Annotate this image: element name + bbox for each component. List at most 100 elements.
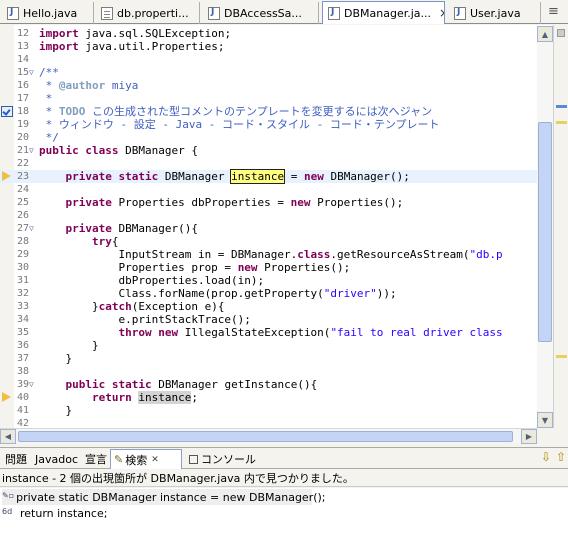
code-line[interactable]: 31 dbProperties.load(in);: [0, 274, 553, 287]
code-line[interactable]: 34 e.printStackTrace();: [0, 313, 553, 326]
overview-occurrence-marker[interactable]: [556, 121, 567, 124]
code-line[interactable]: 35 throw new IllegalStateException("fail…: [0, 326, 553, 339]
code-token: }: [39, 352, 73, 365]
code-line[interactable]: 28 try{: [0, 235, 553, 248]
next-match-icon[interactable]: ⇩: [538, 449, 554, 465]
code-token: /**: [39, 66, 59, 79]
line-number: 15: [16, 67, 29, 78]
search-result-item[interactable]: ✎▫ private static DBManager instance = ne…: [2, 489, 326, 505]
code-line[interactable]: 22: [0, 157, 553, 170]
tab-label: db.properti...: [117, 6, 189, 20]
java-file-icon: [7, 6, 19, 20]
close-tab-icon[interactable]: ×: [439, 6, 444, 20]
tab-problems[interactable]: 問題: [2, 450, 30, 468]
code-token: TODO: [58, 105, 86, 118]
code-line[interactable]: 18 * TODO この生成された型コメントのテンプレートを変更するには次へジャ…: [0, 105, 553, 118]
eclipse-window: Hello.java db.properti... DBAccessSa... …: [0, 0, 568, 535]
code-editor[interactable]: 12 import java.sql.SQLException; 13 import …: [0, 25, 553, 428]
code-text: * @author miya: [39, 79, 139, 92]
code-line[interactable]: 21 ▽ public class DBManager {: [0, 144, 553, 157]
code-token: DBManager {: [118, 144, 198, 157]
code-token: java.util.Properties;: [78, 40, 225, 53]
code-token: * ウィンドウ - 設定 - Java - コード・スタイル - コード・テンプ…: [39, 118, 440, 131]
scroll-up-arrow-icon[interactable]: ▲: [537, 26, 553, 42]
code-text: */: [39, 131, 59, 144]
scroll-down-arrow-icon[interactable]: ▼: [537, 412, 553, 428]
occurrence-arrow-icon[interactable]: [2, 171, 11, 181]
code-token: import: [39, 27, 79, 40]
fold-toggle-icon[interactable]: ▽: [29, 144, 38, 157]
code-token: }: [39, 339, 99, 352]
code-line[interactable]: 29 InputStream in = DBManager.class.getR…: [0, 248, 553, 261]
code-line[interactable]: 39 ▽ public static DBManager getInstance(…: [0, 378, 553, 391]
vertical-scroll-thumb[interactable]: [538, 122, 552, 342]
code-line[interactable]: 30 Properties prop = new Properties();: [0, 261, 553, 274]
code-text: * ウィンドウ - 設定 - Java - コード・スタイル - コード・テンプ…: [39, 118, 440, 131]
code-token: ;: [191, 391, 198, 404]
tab-db-properties[interactable]: db.properti...: [96, 2, 200, 24]
fold-toggle-icon[interactable]: ▽: [29, 222, 38, 235]
tab-user-java[interactable]: User.java: [449, 2, 541, 24]
code-line[interactable]: 17 *: [0, 92, 553, 105]
code-line[interactable]: 20 */: [0, 131, 553, 144]
code-line[interactable]: 36 }: [0, 339, 553, 352]
close-view-icon[interactable]: ✕: [151, 455, 159, 465]
code-text: dbProperties.load(in);: [39, 274, 264, 287]
code-token: private: [65, 170, 112, 183]
code-line[interactable]: 16 * @author miya: [0, 79, 553, 92]
code-line[interactable]: 38: [0, 365, 553, 378]
tab-label: 検索: [125, 453, 148, 467]
tab-console[interactable]: コンソール: [186, 450, 259, 468]
code-token: public: [39, 144, 79, 157]
code-line[interactable]: 13 import java.util.Properties;: [0, 40, 553, 53]
tab-javadoc[interactable]: Javadoc: [32, 450, 81, 468]
scroll-right-arrow-icon[interactable]: ▶: [521, 429, 537, 444]
code-text: import java.util.Properties;: [39, 40, 224, 53]
horizontal-scrollbar[interactable]: ◀ ▶: [0, 428, 537, 444]
tab-hello-java[interactable]: Hello.java: [2, 2, 94, 24]
tab-search[interactable]: ✎ 検索 ✕: [110, 449, 182, 469]
line-number: 20: [16, 132, 29, 143]
fold-toggle-icon[interactable]: ▽: [29, 66, 38, 79]
line-number: 18: [16, 106, 29, 117]
code-line[interactable]: 40 return instance;: [0, 391, 553, 404]
overview-occurrence-marker[interactable]: [556, 355, 567, 358]
search-result-item[interactable]: 6d return instance;: [2, 505, 107, 521]
code-line[interactable]: 33 }catch(Exception e){: [0, 300, 553, 313]
java-file-icon: [208, 6, 220, 20]
line-number: 16: [16, 80, 29, 91]
code-line[interactable]: 19 * ウィンドウ - 設定 - Java - コード・スタイル - コード・…: [0, 118, 553, 131]
code-line[interactable]: 27 ▽ private DBManager(){: [0, 222, 553, 235]
code-token: new: [158, 326, 179, 339]
code-line[interactable]: 32 Class.forName(prop.getProperty("drive…: [0, 287, 553, 300]
code-line[interactable]: 24: [0, 183, 553, 196]
code-line[interactable]: 23 private static DBManager instance = n…: [0, 169, 553, 184]
code-token: {: [111, 235, 119, 248]
code-line[interactable]: 15 ▽/**: [0, 66, 553, 79]
tab-declaration[interactable]: 宣言: [82, 450, 110, 468]
occurrence-arrow-icon[interactable]: [2, 392, 11, 402]
code-line[interactable]: 12 import java.sql.SQLException;: [0, 27, 553, 40]
code-text: throw new IllegalStateException("fail to…: [39, 326, 502, 339]
line-number: 38: [16, 366, 29, 377]
fold-toggle-icon[interactable]: ▽: [29, 378, 38, 391]
task-marker-icon[interactable]: [1, 106, 13, 117]
code-token: *: [39, 105, 59, 118]
code-line[interactable]: 25 private Properties dbProperties = new…: [0, 196, 553, 209]
code-line[interactable]: 37 }: [0, 352, 553, 365]
overview-task-marker[interactable]: [556, 105, 567, 108]
code-line[interactable]: 41 }: [0, 404, 553, 417]
tab-label: DBManager.ja...: [344, 6, 432, 20]
code-line[interactable]: 26: [0, 209, 553, 222]
tab-dbaccesssample[interactable]: DBAccessSa...: [203, 2, 319, 24]
code-line[interactable]: 14: [0, 53, 553, 66]
code-token: public: [65, 378, 106, 391]
scroll-left-arrow-icon[interactable]: ◀: [0, 429, 16, 444]
code-token: .getResourceAsStream(: [330, 248, 470, 261]
horizontal-scroll-thumb[interactable]: [18, 431, 513, 442]
tab-dbmanager-java[interactable]: DBManager.ja... ×: [322, 1, 445, 24]
tab-overflow-icon[interactable]: ≡: [548, 4, 559, 19]
previous-match-icon[interactable]: ⇧: [553, 449, 568, 465]
code-line[interactable]: 42: [0, 417, 553, 428]
overview-ruler[interactable]: [553, 25, 568, 428]
